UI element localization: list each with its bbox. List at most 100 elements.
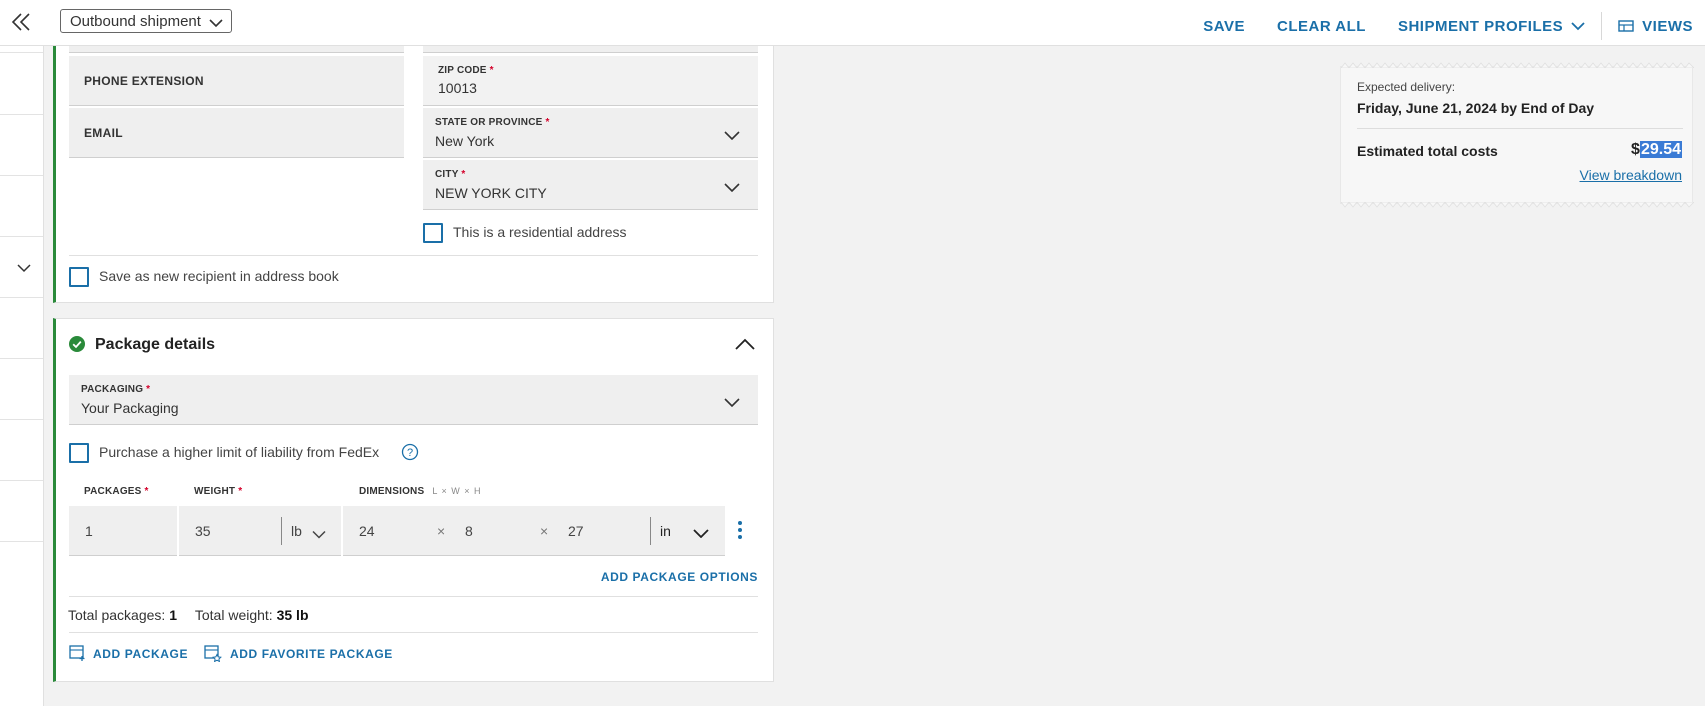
weight-input[interactable]: 35 lb [179, 506, 341, 556]
receipt-edge [1341, 62, 1694, 68]
divider [1601, 12, 1603, 40]
save-button[interactable]: SAVE [1203, 18, 1245, 35]
times-separator: × [540, 523, 549, 539]
package-details-title: Package details [95, 336, 216, 353]
dimensions-hint: L × W × H [432, 486, 482, 496]
state-label: STATE OR PROVINCE * [435, 117, 550, 128]
divider [281, 517, 282, 545]
length-value[interactable]: 24 [359, 523, 375, 539]
field-remnant[interactable] [423, 46, 758, 53]
rail-row[interactable] [0, 420, 43, 481]
rail-row[interactable] [0, 46, 43, 53]
total-packages-value: 1 [169, 607, 177, 623]
rail-row[interactable] [0, 359, 43, 420]
add-package-label: ADD PACKAGE [93, 646, 189, 661]
chevron-down-icon [724, 394, 740, 412]
chevron-down-icon [724, 127, 740, 145]
views-label: VIEWS [1642, 17, 1693, 35]
recipient-card: PHONE EXTENSION ZIP CODE * 10013 EMAIL S… [53, 46, 774, 303]
top-bar: Outbound shipment SAVE CLEAR ALL SHIPMEN… [0, 0, 1705, 46]
add-package-button[interactable]: ADD PACKAGE [69, 645, 188, 662]
height-value[interactable]: 27 [568, 523, 584, 539]
estimated-total-costs-label: Estimated total costs [1357, 143, 1498, 159]
rail-row[interactable] [0, 298, 43, 359]
chevron-up-icon[interactable] [735, 337, 755, 355]
divider [69, 596, 758, 597]
add-package-options-button[interactable]: ADD PACKAGE OPTIONS [601, 570, 758, 584]
higher-liability-label: Purchase a higher limit of liability fro… [99, 444, 380, 460]
shipment-type-select[interactable]: Outbound shipment [60, 9, 232, 33]
divider [69, 255, 758, 256]
chevron-down-icon [312, 526, 326, 544]
shipment-profiles-dropdown[interactable]: SHIPMENT PROFILES [1398, 18, 1585, 35]
packaging-label: PACKAGING * [81, 384, 151, 395]
package-details-card: Package details PACKAGING * Your Packagi… [53, 318, 774, 682]
total-packages-label: Total packages: [68, 607, 166, 623]
zip-code-value: 10013 [438, 80, 477, 96]
zip-code-field[interactable]: ZIP CODE * 10013 [423, 56, 758, 106]
rail-row[interactable] [0, 115, 43, 176]
divider [1357, 128, 1683, 129]
expected-delivery-label: Expected delivery: [1357, 80, 1456, 94]
totals-summary: Total packages: 1 Total weight: 35 lb [68, 607, 309, 623]
email-label: EMAIL [84, 126, 123, 140]
left-rail [0, 46, 44, 706]
chevron-down-icon [724, 179, 740, 197]
field-remnant[interactable] [69, 46, 404, 53]
check-circle-icon [69, 336, 85, 357]
city-select[interactable]: CITY * NEW YORK CITY [423, 160, 758, 210]
higher-liability-checkbox[interactable] [69, 443, 89, 463]
receipt-edge [1341, 202, 1694, 208]
collapse-sidebar-icon[interactable] [10, 10, 32, 34]
residential-address-checkbox[interactable] [423, 223, 443, 243]
packages-value: 1 [85, 523, 93, 539]
zip-code-label: ZIP CODE * [438, 65, 494, 76]
save-recipient-checkbox[interactable] [69, 267, 89, 287]
add-package-icon [69, 645, 85, 661]
add-favorite-package-button[interactable]: ADD FAVORITE PACKAGE [204, 645, 393, 662]
help-icon[interactable]: ? [401, 443, 419, 466]
packages-label: PACKAGES * [84, 486, 149, 497]
favorite-package-icon [204, 645, 222, 662]
times-separator: × [437, 523, 446, 539]
svg-text:?: ? [407, 447, 413, 459]
dimension-unit-select[interactable]: in [660, 523, 671, 539]
shipment-type-value: Outbound shipment [70, 13, 201, 30]
save-recipient-label: Save as new recipient in address book [99, 268, 339, 284]
weight-label: WEIGHT * [194, 486, 243, 497]
estimated-total-costs-value: $29.54 [1631, 141, 1682, 158]
phone-extension-label: PHONE EXTENSION [84, 74, 204, 88]
rail-row[interactable] [0, 53, 43, 115]
phone-extension-field[interactable]: PHONE EXTENSION [69, 56, 404, 106]
chevron-down-icon [209, 15, 223, 32]
clear-all-button[interactable]: CLEAR ALL [1277, 18, 1366, 35]
email-field[interactable]: EMAIL [69, 108, 404, 158]
width-value[interactable]: 8 [465, 523, 473, 539]
dimensions-input[interactable]: 24 8 27 in [343, 506, 725, 556]
city-label: CITY * [435, 169, 466, 180]
shipment-profiles-label: SHIPMENT PROFILES [1397, 17, 1564, 35]
chevron-down-icon [693, 525, 709, 543]
packaging-value: Your Packaging [81, 400, 179, 416]
total-weight-value: 35 lb [276, 607, 309, 623]
views-icon [1618, 20, 1634, 32]
chevron-down-icon [1571, 21, 1585, 31]
packages-input[interactable]: 1 [69, 506, 177, 556]
views-button[interactable]: VIEWS [1618, 18, 1693, 35]
expected-delivery-date: Friday, June 21, 2024 by End of Day [1357, 100, 1595, 116]
weight-unit-select[interactable]: lb [291, 523, 302, 539]
divider [650, 517, 651, 545]
chevron-down-icon [17, 264, 31, 273]
view-breakdown-link[interactable]: View breakdown [1580, 167, 1682, 183]
rail-row-expandable[interactable] [0, 237, 43, 298]
weight-value: 35 [195, 523, 211, 539]
divider [69, 632, 758, 633]
rail-row[interactable] [0, 481, 43, 542]
packaging-select[interactable]: PACKAGING * Your Packaging [69, 375, 758, 425]
state-select[interactable]: STATE OR PROVINCE * New York [423, 108, 758, 158]
state-value: New York [435, 133, 495, 149]
more-options-icon[interactable] [737, 520, 743, 545]
rail-row[interactable] [0, 176, 43, 237]
shipment-summary: Expected delivery: Friday, June 21, 2024… [1340, 62, 1694, 208]
city-value: NEW YORK CITY [435, 185, 547, 201]
